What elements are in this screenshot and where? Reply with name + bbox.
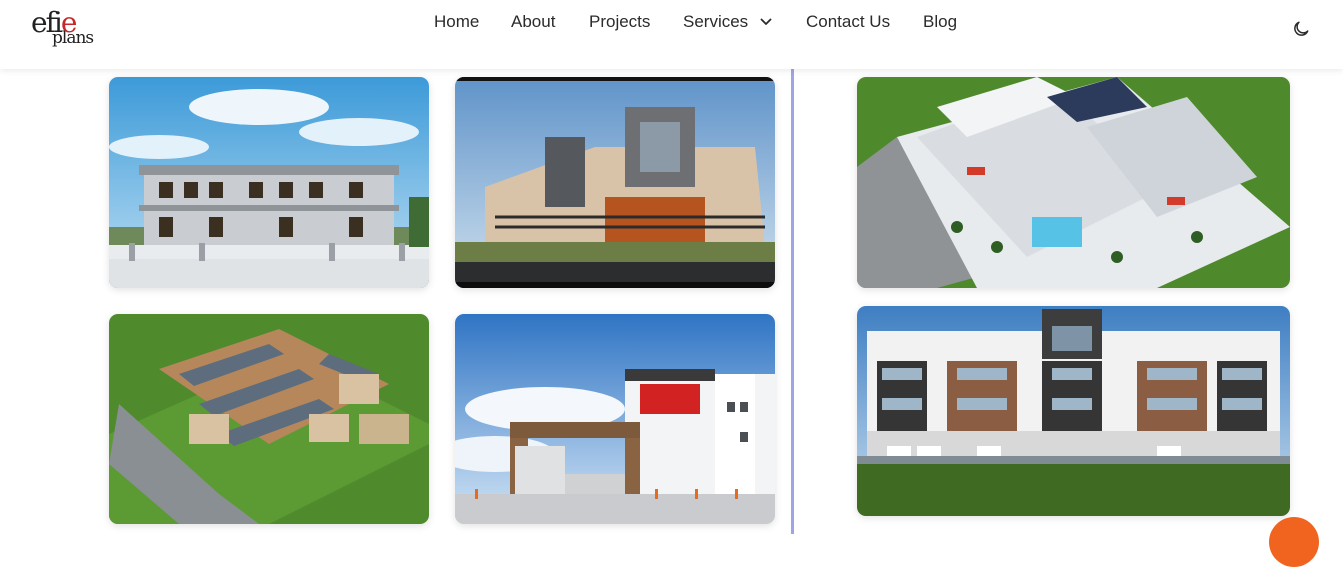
apartment-aerial-image: [857, 77, 1290, 288]
gallery-image-apartment-aerial[interactable]: [857, 77, 1290, 288]
floating-action-button[interactable]: [1269, 517, 1319, 567]
white-villa-image: [109, 77, 429, 288]
chevron-down-icon[interactable]: [760, 18, 772, 26]
apartment-front-image: [857, 306, 1290, 516]
nav-projects[interactable]: Projects: [589, 12, 650, 32]
gallery-image-gated-townhouses[interactable]: [455, 314, 775, 524]
efie-plans-logo[interactable]: efie plans: [31, 6, 103, 52]
nav-home[interactable]: Home: [434, 12, 479, 32]
gated-townhouses-image: [455, 314, 775, 524]
housing-estate-image: [109, 314, 429, 524]
nav-about[interactable]: About: [511, 12, 555, 32]
nav-contact-us[interactable]: Contact Us: [806, 12, 890, 32]
logo-line2: plans: [52, 28, 94, 48]
nav-blog[interactable]: Blog: [923, 12, 957, 32]
nav-services[interactable]: Services: [683, 12, 748, 32]
modern-duplex-image: [455, 77, 775, 288]
gallery-image-white-villa[interactable]: [109, 77, 429, 288]
gallery-image-modern-duplex[interactable]: [455, 77, 775, 288]
moon-icon[interactable]: [1291, 19, 1311, 39]
site-header: efie plans Home About Projects Services …: [0, 0, 1343, 69]
gallery-divider: [791, 69, 794, 534]
gallery-image-housing-estate[interactable]: [109, 314, 429, 524]
gallery-image-apartment-front[interactable]: [857, 306, 1290, 516]
